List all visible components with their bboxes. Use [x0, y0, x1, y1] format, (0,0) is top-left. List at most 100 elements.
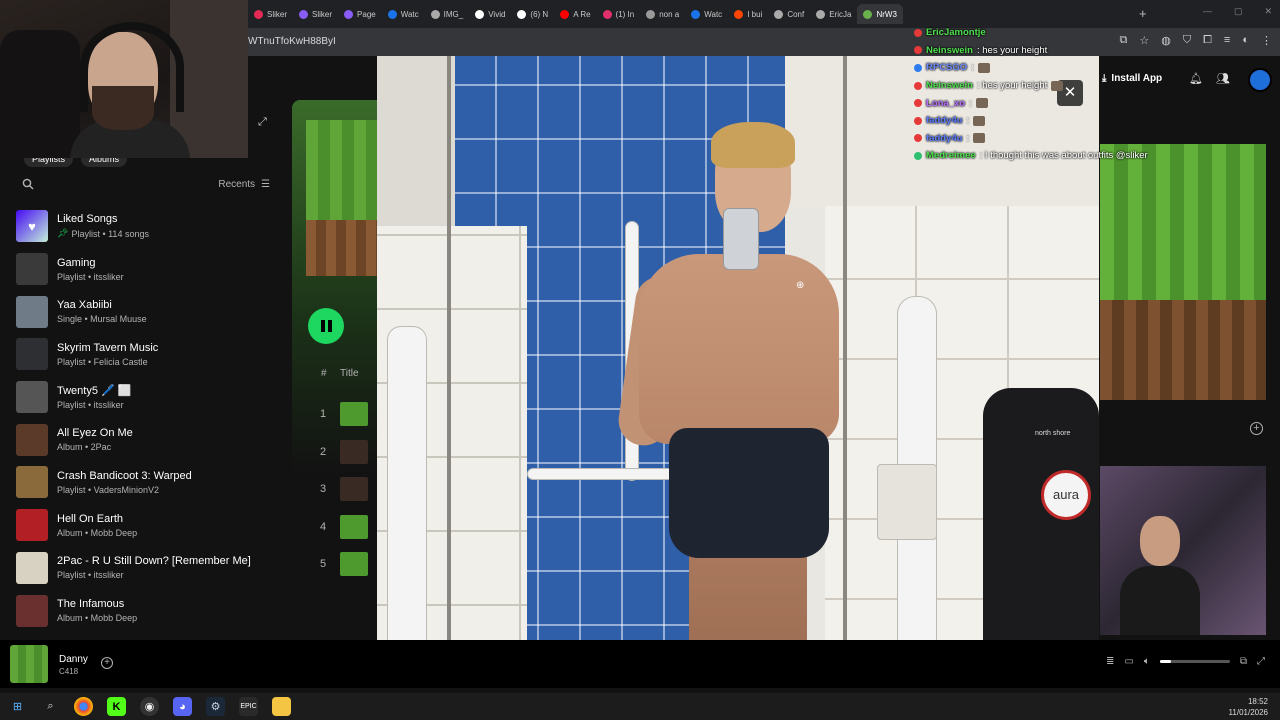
chat-badge-icon [914, 99, 922, 108]
chat-username[interactable]: Lona_xo [926, 98, 965, 109]
browser-tab[interactable]: A Re [554, 4, 596, 24]
track-number: 2 [320, 445, 327, 458]
track-title[interactable]: Danny [59, 654, 88, 665]
discord-icon[interactable]: ◕ [173, 697, 192, 716]
browser-tab[interactable]: (6) N [511, 4, 554, 24]
browser-tab[interactable]: Page [338, 4, 382, 24]
browser-tab[interactable]: Watc [685, 4, 728, 24]
tab-label: Vivid [488, 9, 506, 19]
tab-favicon-icon [387, 9, 397, 19]
library-item[interactable]: Crash Bandicoot 3: Warped Playlist • Vade… [16, 461, 282, 504]
track-thumb[interactable] [340, 514, 368, 539]
person-torso [639, 254, 839, 444]
chat-badge-icon [914, 63, 922, 72]
system-clock[interactable]: 18:52 11/01/2026 [1229, 696, 1268, 718]
volume-icon[interactable]: 🔈︎ [1144, 656, 1150, 667]
library-item[interactable]: The Infamous Album • Mobb Deep [16, 589, 282, 632]
library-item[interactable]: ♥ Liked Songs 📌︎ Playlist • 114 songs [16, 205, 282, 248]
chat-badge-icon [914, 28, 922, 37]
tab-label: A Re [573, 9, 591, 19]
chat-username[interactable]: faddy4u [926, 115, 962, 126]
browser-tab[interactable]: non a [640, 4, 685, 24]
track-thumb[interactable] [340, 402, 368, 426]
chat-username[interactable]: RPCSGO [926, 62, 967, 73]
chat-username[interactable]: EricJamontje [926, 27, 986, 38]
browser-tab[interactable]: Sliker [293, 4, 338, 24]
add-to-library-icon[interactable]: + [101, 657, 113, 669]
column-title-header[interactable]: Title [340, 368, 359, 379]
library-item[interactable]: Yaa Xabiibi Single • Mursal Muuse [16, 290, 282, 333]
library-item-title: Liked Songs [57, 213, 118, 226]
kick-icon[interactable]: K [107, 697, 126, 716]
chrome-icon[interactable] [74, 697, 93, 716]
recents-sort-button[interactable]: Recents ☰ [218, 179, 270, 190]
chat-text: : [966, 132, 970, 144]
browser-tab[interactable]: Watc [382, 4, 425, 24]
track-artist[interactable]: C418 [59, 667, 78, 676]
queue-icon[interactable]: ≣ [1106, 656, 1114, 667]
pause-button[interactable] [308, 308, 344, 344]
zoom-cursor-icon: ⊕ [796, 280, 805, 291]
now-playing-thumb[interactable] [10, 645, 48, 683]
browser-tab[interactable]: Vivid [469, 4, 511, 24]
chat-text: : I thought this was about outfits @slik… [979, 150, 1148, 162]
epic-games-icon[interactable]: EPIC [239, 697, 258, 716]
expand-icon[interactable]: ⤢ [258, 116, 267, 129]
track-thumb[interactable] [340, 552, 368, 576]
browser-tab[interactable]: EricJa [810, 4, 857, 24]
browser-tab[interactable]: IMG_ [425, 4, 470, 24]
search-icon[interactable] [22, 178, 34, 190]
browser-tab[interactable]: Sliker [248, 4, 293, 24]
shield-icon[interactable]: ⛉ [1183, 34, 1191, 47]
chat-username[interactable]: Neinswein [926, 80, 973, 91]
miniplayer-icon[interactable]: ⧉ [1240, 656, 1247, 667]
add-icon[interactable]: + [1250, 422, 1263, 435]
windows-start-icon[interactable]: ⊞ [8, 697, 27, 716]
menu-list-icon[interactable]: ≡ [1224, 34, 1230, 47]
chat-username[interactable]: faddy4u [926, 133, 962, 144]
chat-message: Neinswein: hes your height [914, 77, 1164, 95]
chat-username[interactable]: Neinswein [926, 45, 973, 56]
bell-icon[interactable]: 🔔︎ [1189, 72, 1203, 85]
close-window-icon[interactable]: ✕ [1264, 6, 1272, 17]
profile-icon[interactable]: ◐ [1242, 34, 1249, 47]
library-item[interactable]: Skyrim Tavern Music Playlist • Felicia Ca… [16, 333, 282, 376]
aura-logo: aura [1041, 470, 1091, 520]
more-icon[interactable]: ⋮ [1261, 34, 1272, 47]
new-tab-button[interactable]: + [1139, 6, 1147, 21]
browser-tab[interactable]: I bui [728, 4, 768, 24]
library-item[interactable]: All Eyez On Me Album • 2Pac [16, 418, 282, 461]
fullscreen-icon[interactable]: ⤢ [1257, 656, 1265, 667]
url-text[interactable]: WTnuTfoKwH88ByI [248, 36, 336, 47]
library-item-cover [16, 381, 48, 414]
chat-username[interactable]: Medreimee [926, 150, 976, 161]
avatar[interactable] [1248, 68, 1272, 92]
artist-image[interactable] [1100, 466, 1266, 635]
chat-emote-icon [975, 98, 988, 109]
track-number: 1 [320, 408, 327, 420]
maximize-icon[interactable]: ▢ [1234, 6, 1243, 17]
minimize-icon[interactable]: — [1203, 6, 1212, 17]
puzzle-icon[interactable]: ⧠ [1203, 34, 1212, 47]
track-thumb[interactable] [340, 477, 368, 501]
library-item[interactable]: Hell On Earth Album • Mobb Deep [16, 504, 282, 547]
library-item-title: Skyrim Tavern Music [57, 341, 159, 354]
obs-icon[interactable]: ◉ [140, 697, 159, 716]
search-icon[interactable]: ⌕ [41, 697, 60, 716]
browser-tab[interactable]: Conf [768, 4, 810, 24]
connect-device-icon[interactable]: ▭ [1124, 656, 1133, 667]
volume-slider[interactable] [1159, 660, 1230, 663]
track-thumb[interactable] [340, 439, 368, 464]
library-item[interactable]: Twenty5 🖊️ ⬜ Playlist • itssliker [16, 376, 282, 419]
chat-text: : [971, 62, 974, 74]
library-item-subtitle-text: Album • 2Pac [57, 442, 112, 453]
library-item[interactable]: Gaming Playlist • itssliker [16, 248, 282, 291]
steam-icon[interactable]: ⚙ [206, 697, 225, 716]
tab-label: EricJa [829, 9, 852, 19]
friends-icon[interactable]: 👥︎ [1216, 72, 1230, 85]
list-view-icon: ☰ [261, 179, 270, 190]
browser-tab[interactable]: NrW3 [857, 4, 903, 24]
browser-tab[interactable]: (1) In [597, 4, 641, 24]
file-explorer-icon[interactable] [272, 697, 291, 716]
library-item[interactable]: 2Pac - R U Still Down? [Remember Me] Play… [16, 547, 282, 590]
